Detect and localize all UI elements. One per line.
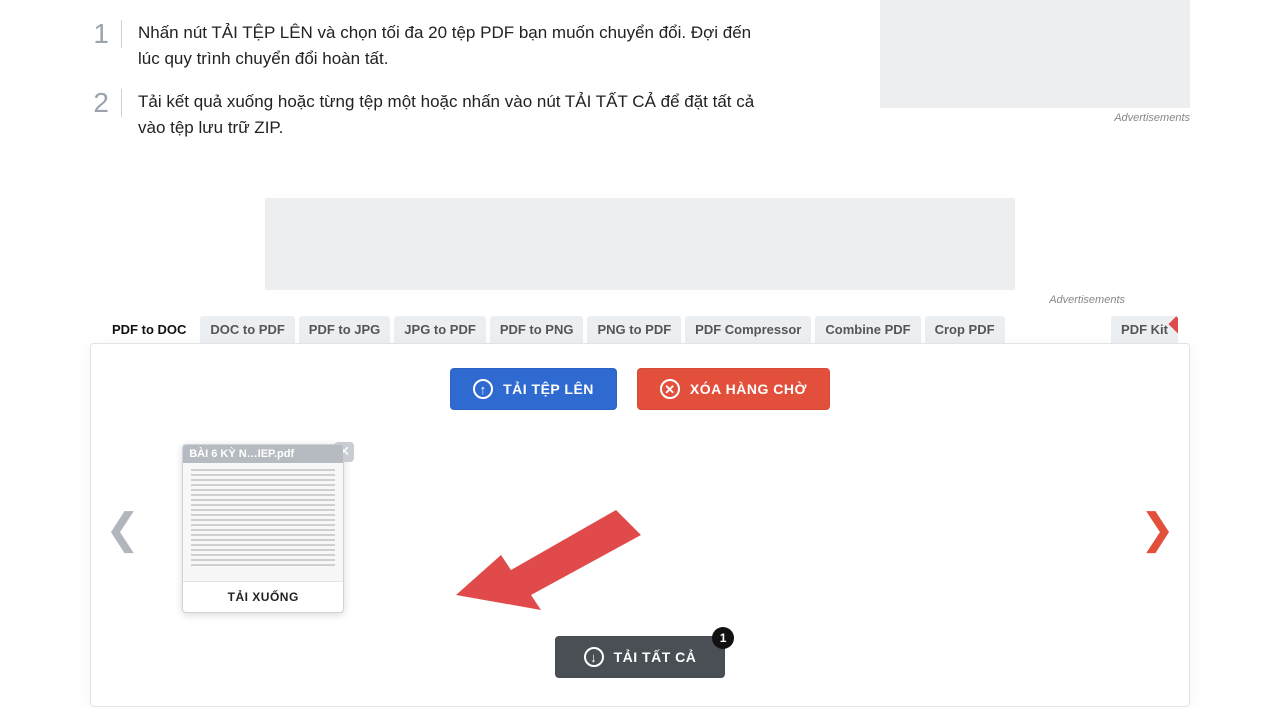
tab-combine-pdf[interactable]: Combine PDF	[815, 316, 920, 343]
tab-doc-to-pdf[interactable]: DOC to PDF	[200, 316, 294, 343]
ad-banner-label: Advertisements	[155, 294, 1125, 306]
file-name: BÀI 6 KỲ N…IEP.pdf	[183, 445, 343, 463]
upload-icon: ↑	[473, 379, 493, 399]
ad-sidebar	[880, 0, 1190, 108]
download-icon: ↓	[584, 647, 604, 667]
prev-arrow-icon[interactable]: ❮	[99, 504, 146, 553]
download-all-label: TẢI TẤT CẢ	[614, 649, 697, 665]
clear-label: XÓA HÀNG CHỜ	[690, 381, 807, 397]
upload-button[interactable]: ↑ TẢI TỆP LÊN	[450, 368, 617, 410]
tab-pdf-compressor[interactable]: PDF Compressor	[685, 316, 811, 343]
step-text: Tải kết quả xuống hoặc từng tệp một hoặc…	[138, 89, 758, 140]
clear-icon: ✕	[660, 379, 680, 399]
action-buttons: ↑ TẢI TỆP LÊN ✕ XÓA HÀNG CHỜ	[91, 368, 1189, 410]
tab-png-to-pdf[interactable]: PNG to PDF	[587, 316, 681, 343]
annotation-arrow-icon	[446, 500, 646, 620]
step-text: Nhấn nút TẢI TỆP LÊN và chọn tối đa 20 t…	[138, 20, 758, 71]
tab-pdf-to-doc[interactable]: PDF to DOC	[102, 316, 196, 343]
converter-panel: ↑ TẢI TỆP LÊN ✕ XÓA HÀNG CHỜ ❮ ✕ BÀI 6 K…	[90, 343, 1190, 707]
file-card-wrap: ✕ BÀI 6 KỲ N…IEP.pdf TẢI XUỐNG	[164, 444, 344, 613]
download-all-button[interactable]: ↓ TẢI TẤT CẢ 1	[555, 636, 726, 678]
tab-pdf-to-jpg[interactable]: PDF to JPG	[299, 316, 391, 343]
upload-label: TẢI TỆP LÊN	[503, 381, 594, 397]
step-number: 1	[90, 20, 122, 48]
tab-pdf-kit[interactable]: PDF Kit	[1111, 316, 1178, 343]
file-preview	[183, 463, 343, 581]
download-count-badge: 1	[712, 627, 734, 649]
tool-tabs: PDF to DOC DOC to PDF PDF to JPG JPG to …	[90, 316, 1190, 343]
file-carousel: ❮ ✕ BÀI 6 KỲ N…IEP.pdf TẢI XUỐNG ❯	[91, 438, 1189, 618]
ad-sidebar-label: Advertisements	[1114, 112, 1190, 124]
step-number: 2	[90, 89, 122, 117]
tab-jpg-to-pdf[interactable]: JPG to PDF	[394, 316, 486, 343]
download-file-button[interactable]: TẢI XUỐNG	[183, 581, 343, 612]
file-card[interactable]: BÀI 6 KỲ N…IEP.pdf TẢI XUỐNG	[182, 444, 344, 613]
next-arrow-icon[interactable]: ❯	[1134, 504, 1181, 553]
ad-banner	[265, 198, 1015, 290]
clear-queue-button[interactable]: ✕ XÓA HÀNG CHỜ	[637, 368, 830, 410]
tab-pdf-to-png[interactable]: PDF to PNG	[490, 316, 584, 343]
tab-crop-pdf[interactable]: Crop PDF	[925, 316, 1005, 343]
